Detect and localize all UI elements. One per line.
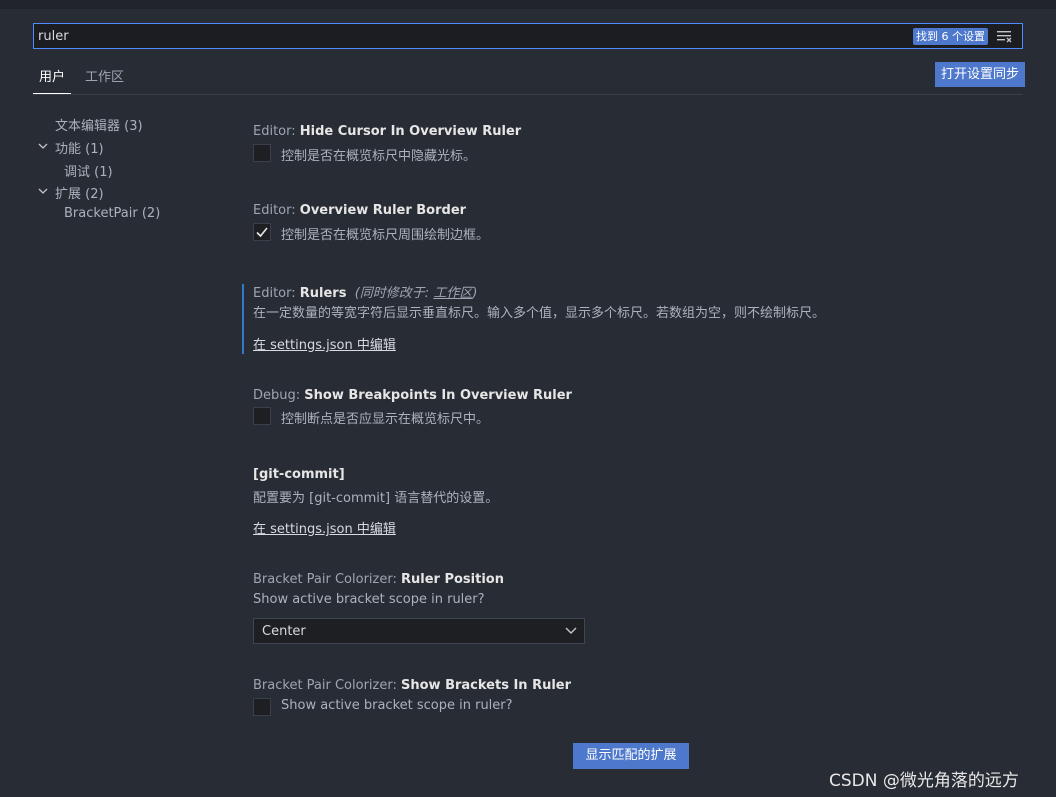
setting-name: Show Breakpoints In Overview Ruler	[304, 388, 572, 403]
ruler-position-select[interactable]: Center	[253, 618, 585, 644]
top-bar	[0, 0, 1056, 9]
show-breakpoints-checkbox[interactable]	[253, 407, 271, 425]
setting-title: Bracket Pair Colorizer: Ruler Position	[253, 572, 504, 587]
setting-name: Overview Ruler Border	[299, 203, 467, 218]
setting-description: 在一定数量的等宽字符后显示垂直标尺。输入多个值，显示多个标尺。若数组为空，则不绘…	[253, 306, 826, 321]
settings-search-box[interactable]: 找到 6 个设置	[33, 23, 1023, 49]
setting-category: Bracket Pair Colorizer:	[253, 678, 401, 693]
setting-description: 控制是否在概览标尺中隐藏光标。	[281, 149, 477, 164]
setting-title: Bracket Pair Colorizer: Show Brackets In…	[253, 678, 571, 693]
search-input[interactable]	[38, 27, 898, 45]
setting-title: Editor: Hide Cursor In Overview Ruler	[253, 124, 521, 139]
checkmark-icon	[256, 227, 268, 238]
show-matching-extensions-button[interactable]: 显示匹配的扩展	[573, 743, 689, 769]
setting-category: Debug:	[253, 388, 305, 403]
setting-title: Editor: Rulers (同时修改于: 工作区)	[253, 282, 477, 301]
setting-category: Editor:	[253, 286, 300, 301]
setting-title: Editor: Overview Ruler Border	[253, 203, 466, 218]
setting-name: Show Brackets In Ruler	[400, 678, 572, 693]
toc-item-features[interactable]: 功能 (1)	[55, 138, 104, 157]
open-settings-sync-button[interactable]: 打开设置同步	[935, 62, 1025, 87]
setting-description: 控制断点是否应显示在概览标尺中。	[281, 412, 490, 427]
tab-workspace[interactable]: 工作区	[85, 66, 124, 93]
chevron-down-icon[interactable]	[37, 185, 49, 197]
tab-user[interactable]: 用户	[33, 66, 71, 94]
workspace-link[interactable]: 工作区	[433, 286, 472, 301]
setting-description: 配置要为 [git-commit] 语言替代的设置。	[253, 491, 499, 506]
setting-category: Editor:	[253, 124, 300, 139]
setting-name: Rulers	[299, 286, 347, 301]
show-brackets-in-ruler-checkbox[interactable]	[253, 698, 271, 716]
setting-name: Ruler Position	[400, 572, 504, 587]
toc-item-debug[interactable]: 调试 (1)	[64, 161, 113, 180]
hide-cursor-checkbox[interactable]	[253, 144, 271, 162]
edit-in-settings-json-link[interactable]: 在 settings.json 中编辑	[253, 518, 396, 537]
setting-description: Show active bracket scope in ruler?	[253, 592, 485, 607]
edit-in-settings-json-link[interactable]: 在 settings.json 中编辑	[253, 334, 396, 353]
tabs-divider	[33, 94, 1023, 95]
setting-category: Editor:	[253, 203, 300, 218]
clear-filter-icon[interactable]	[996, 28, 1014, 45]
modified-indicator	[242, 284, 244, 354]
toc-item-text-editor[interactable]: 文本编辑器 (3)	[55, 115, 143, 134]
select-value: Center	[262, 624, 306, 639]
setting-description: Show active bracket scope in ruler?	[281, 698, 513, 713]
chevron-down-icon[interactable]	[37, 140, 49, 152]
setting-name: [git-commit]	[253, 467, 345, 482]
watermark: CSDN @微光角落的远方	[829, 771, 1019, 791]
setting-name: Hide Cursor In Overview Ruler	[299, 124, 522, 139]
toc-item-extensions[interactable]: 扩展 (2)	[55, 183, 104, 202]
toc-item-bracketpair[interactable]: BracketPair (2)	[64, 206, 160, 221]
also-modified-note: (同时修改于: 工作区)	[354, 286, 478, 301]
chevron-down-icon	[565, 627, 577, 634]
overview-ruler-border-checkbox[interactable]	[253, 223, 271, 241]
setting-description: 控制是否在概览标尺周围绘制边框。	[281, 228, 490, 243]
setting-title: Debug: Show Breakpoints In Overview Rule…	[253, 388, 572, 403]
setting-category: Bracket Pair Colorizer:	[253, 572, 401, 587]
result-count-badge: 找到 6 个设置	[913, 28, 988, 45]
setting-title: [git-commit]	[253, 467, 345, 482]
